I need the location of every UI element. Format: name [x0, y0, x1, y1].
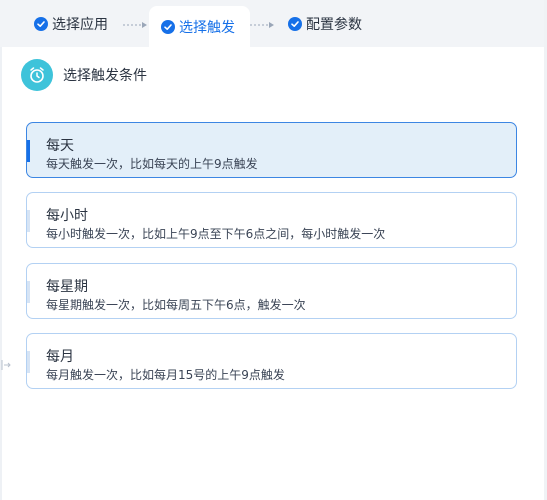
option-monthly[interactable]: 每月 每月触发一次，比如每月15号的上午9点触发: [26, 333, 517, 389]
step-label: 选择应用: [52, 16, 108, 33]
dotted-arrow-icon: [250, 22, 274, 28]
step-config-params[interactable]: 配置参数: [288, 0, 362, 47]
dotted-arrow-icon: [123, 22, 147, 28]
resize-handle-icon[interactable]: [0, 359, 12, 371]
option-title: 每小时: [46, 208, 88, 224]
check-circle-icon: [288, 16, 302, 31]
step-bar: 选择应用 选择触发 配置参数: [0, 0, 547, 47]
option-description: 每小时触发一次，比如上午9点至下午6点之间，每小时触发一次: [46, 227, 386, 241]
check-circle-icon: [34, 16, 48, 31]
step-label: 配置参数: [306, 16, 362, 33]
selection-indicator: [27, 281, 30, 303]
selection-indicator: [27, 351, 30, 373]
option-daily[interactable]: 每天 每天触发一次，比如每天的上午9点触发: [26, 122, 517, 178]
selection-indicator: [27, 140, 30, 162]
option-weekly[interactable]: 每星期 每星期触发一次，比如每周五下午6点，触发一次: [26, 263, 517, 319]
step-label: 选择触发: [179, 19, 235, 36]
section-title: 选择触发条件: [63, 68, 147, 84]
section-header: 选择触发条件: [21, 59, 147, 91]
option-title: 每天: [46, 138, 74, 154]
selection-indicator: [27, 210, 30, 232]
trigger-dialog: 选择应用 选择触发 配置参数 选择触发条件 每天 每天触发一次，比如每天的上午9…: [0, 0, 547, 500]
option-description: 每月触发一次，比如每月15号的上午9点触发: [46, 368, 285, 382]
option-hourly[interactable]: 每小时 每小时触发一次，比如上午9点至下午6点之间，每小时触发一次: [26, 192, 517, 248]
option-description: 每星期触发一次，比如每周五下午6点，触发一次: [46, 298, 306, 312]
alarm-clock-icon: [21, 59, 53, 91]
option-title: 每星期: [46, 279, 88, 295]
option-title: 每月: [46, 349, 74, 365]
step-select-app[interactable]: 选择应用: [34, 0, 108, 47]
check-circle-icon: [161, 19, 175, 34]
option-description: 每天触发一次，比如每天的上午9点触发: [46, 157, 258, 171]
step-select-trigger[interactable]: 选择触发: [149, 6, 250, 47]
